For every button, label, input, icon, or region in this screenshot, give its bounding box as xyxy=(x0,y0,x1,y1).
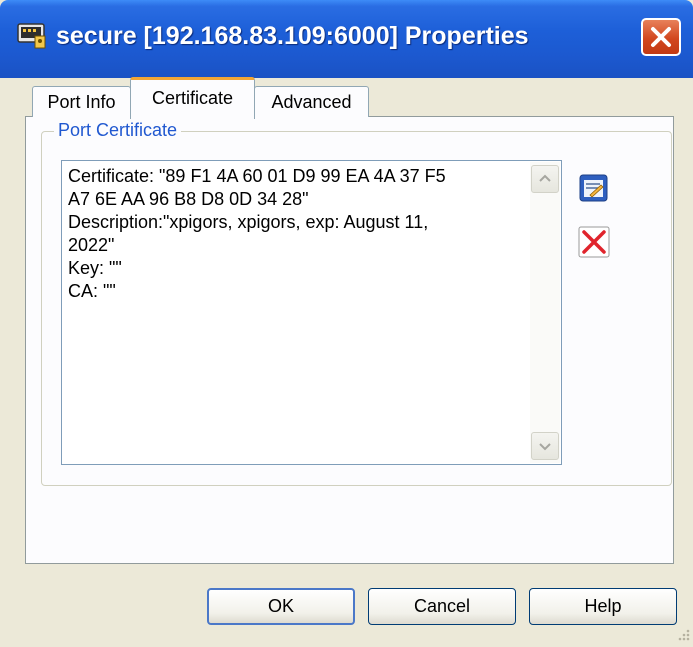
group-label: Port Certificate xyxy=(54,120,182,141)
properties-dialog: secure [192.168.83.109:6000] Properties … xyxy=(0,0,693,644)
ok-button[interactable]: OK xyxy=(207,588,355,625)
text-line: Certificate: "89 F1 4A 60 01 D9 99 EA 4A… xyxy=(68,166,446,186)
vertical-scrollbar[interactable] xyxy=(530,162,560,463)
close-icon xyxy=(651,27,671,47)
port-app-icon xyxy=(17,22,47,50)
edit-certificate-button[interactable] xyxy=(578,172,610,204)
delete-certificate-button[interactable] xyxy=(578,226,610,258)
help-button[interactable]: Help xyxy=(529,588,677,625)
tab-advanced[interactable]: Advanced xyxy=(254,86,369,117)
tab-label: Advanced xyxy=(271,92,352,112)
scroll-up-button[interactable] xyxy=(531,165,559,193)
title-bar[interactable]: secure [192.168.83.109:6000] Properties xyxy=(0,0,693,78)
certificate-text-area[interactable]: Certificate: "89 F1 4A 60 01 D9 99 EA 4A… xyxy=(61,160,562,465)
tab-port-info[interactable]: Port Info xyxy=(32,86,131,117)
resize-grip-icon[interactable] xyxy=(675,626,691,642)
cancel-button[interactable]: Cancel xyxy=(368,588,516,625)
text-line: Key: "" xyxy=(68,258,122,278)
text-line: 2022" xyxy=(68,235,115,255)
edit-icon xyxy=(579,174,608,202)
chevron-down-icon xyxy=(539,443,551,451)
tab-label: Certificate xyxy=(151,88,234,108)
tab-certificate[interactable]: Certificate xyxy=(130,77,255,119)
close-button[interactable] xyxy=(641,18,681,56)
scroll-down-button[interactable] xyxy=(531,432,559,460)
chevron-up-icon xyxy=(539,174,551,182)
window-title: secure [192.168.83.109:6000] Properties xyxy=(56,22,529,50)
text-line: CA: "" xyxy=(68,281,116,301)
tab-label: Port Info xyxy=(47,92,116,112)
text-line: Description:"xpigors, xpigors, exp: Augu… xyxy=(68,212,429,232)
text-line: A7 6E AA 96 B8 D8 0D 34 28" xyxy=(68,189,309,209)
delete-icon xyxy=(578,226,610,258)
